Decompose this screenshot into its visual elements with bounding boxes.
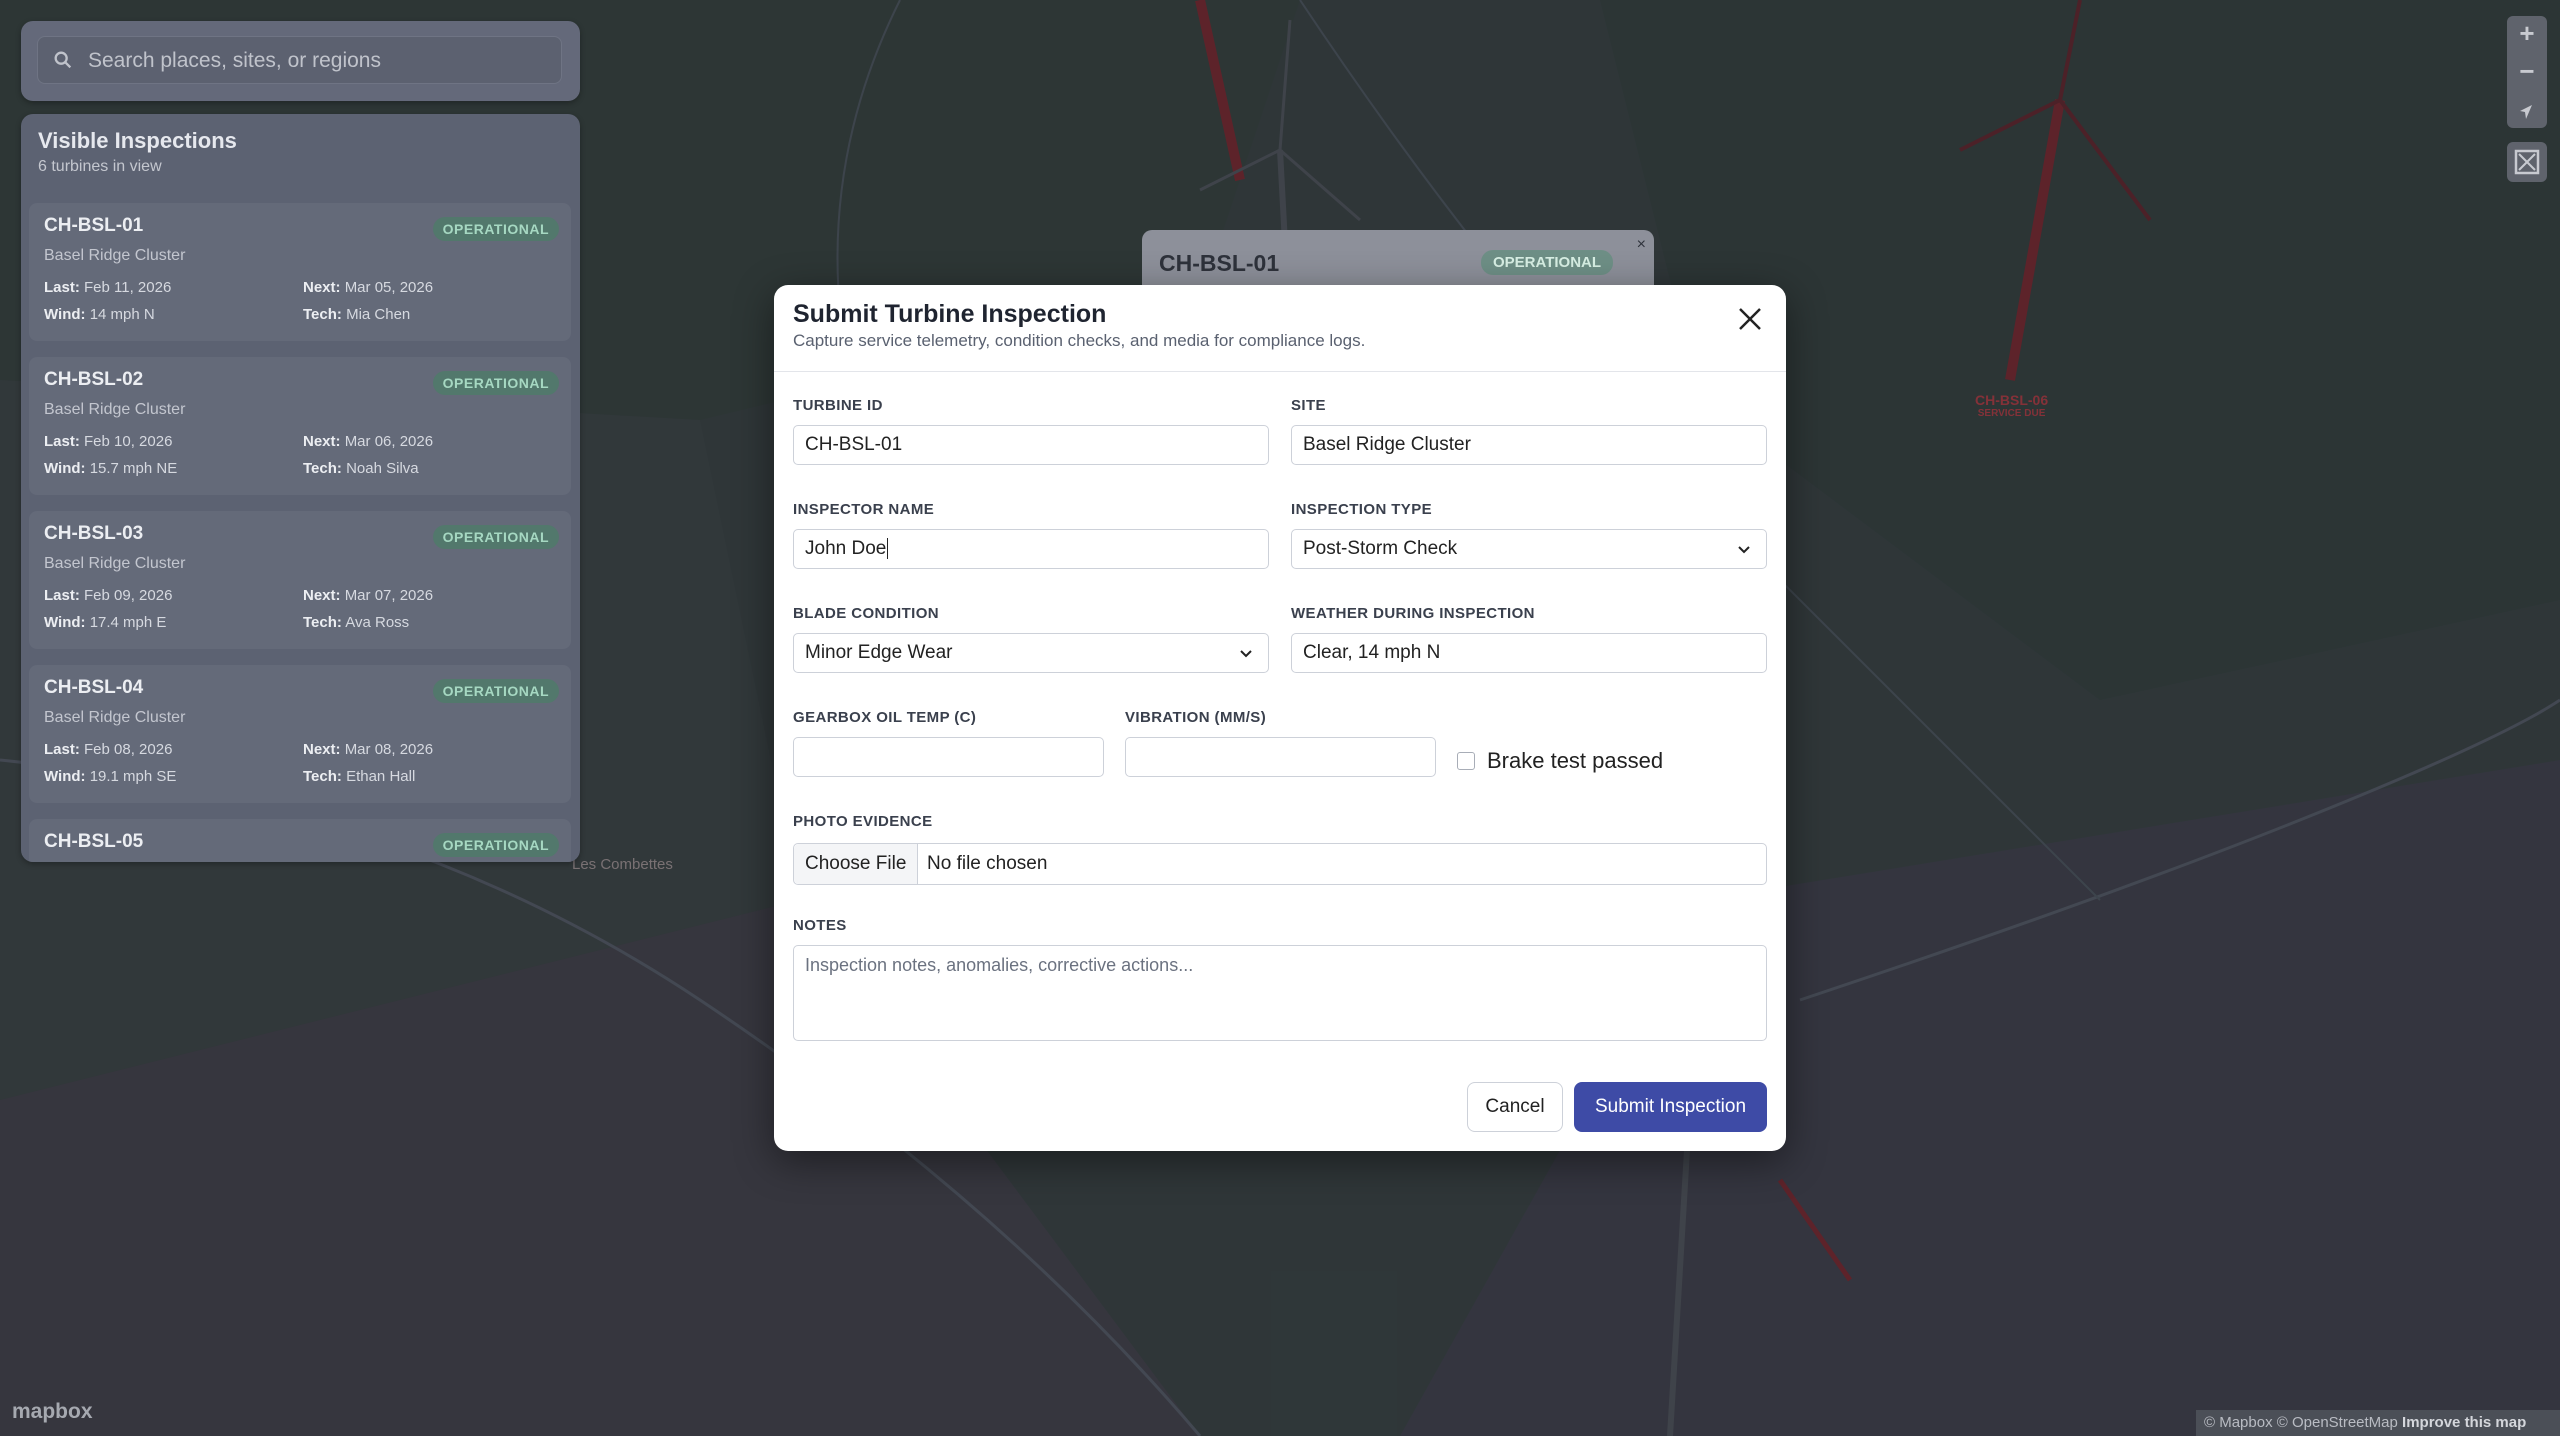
status-badge: OPERATIONAL [432, 217, 559, 241]
modal-subtitle: Capture service telemetry, condition che… [793, 331, 1366, 350]
fullscreen-icon [2514, 149, 2540, 175]
vibration-label: VIBRATION (MM/S) [1125, 709, 1267, 726]
popup-close-button[interactable]: × [1637, 236, 1646, 254]
inspection-type-value: Post-Storm Check [1303, 538, 1458, 559]
attribution-text: © Mapbox © OpenStreetMap [2204, 1414, 2398, 1431]
card-turbine-id: CH-BSL-01 [44, 215, 144, 236]
cancel-button[interactable]: Cancel [1467, 1082, 1563, 1132]
card-site: Basel Ridge Cluster [44, 555, 186, 572]
card-turbine-id: CH-BSL-05 [44, 831, 144, 852]
popup-turbine-id: CH-BSL-01 [1159, 250, 1280, 276]
search-panel: Search places, sites, or regions [21, 21, 580, 101]
card-next: Next: Mar 06, 2026 [303, 433, 434, 450]
text-caret [887, 538, 889, 560]
card-wind: Wind: 17.4 mph E [44, 614, 167, 631]
card-site: Basel Ridge Cluster [44, 247, 186, 264]
close-icon[interactable] [1736, 305, 1764, 333]
card-tech: Tech: Noah Silva [303, 460, 419, 477]
photo-evidence-label: PHOTO EVIDENCE [793, 813, 933, 830]
status-badge: OPERATIONAL [432, 525, 559, 549]
card-turbine-id: CH-BSL-03 [44, 523, 144, 544]
map-attribution: © Mapbox © OpenStreetMap Improve this ma… [2196, 1410, 2560, 1436]
weather-field[interactable]: Clear, 14 mph N [1291, 633, 1767, 673]
zoom-out-button[interactable]: − [2507, 56, 2547, 87]
brake-test-label[interactable]: Brake test passed [1487, 748, 1663, 774]
inspector-name-value: John Doe [805, 538, 887, 559]
chevron-down-icon [1240, 650, 1252, 658]
card-next: Next: Mar 08, 2026 [303, 741, 434, 758]
zoom-controls: + − [2507, 16, 2547, 128]
search-icon [54, 51, 72, 69]
sidebar-subtitle: 6 turbines in view [38, 158, 162, 175]
gearbox-temp-field[interactable] [793, 737, 1104, 777]
blade-condition-select[interactable]: Minor Edge Wear [793, 633, 1269, 673]
card-turbine-id: CH-BSL-04 [44, 677, 144, 698]
status-badge: OPERATIONAL [432, 833, 559, 857]
modal-divider [774, 371, 1786, 372]
inspection-card[interactable]: CH-BSL-01 OPERATIONAL Basel Ridge Cluste… [29, 203, 571, 341]
vibration-field[interactable] [1125, 737, 1436, 777]
turbine-id-field[interactable]: CH-BSL-01 [793, 425, 1269, 465]
inspection-card[interactable]: CH-BSL-03 OPERATIONAL Basel Ridge Cluste… [29, 511, 571, 649]
file-status: No file chosen [927, 853, 1048, 874]
blade-condition-label: BLADE CONDITION [793, 605, 939, 622]
card-last: Last: Feb 10, 2026 [44, 433, 173, 450]
brake-test-checkbox[interactable] [1457, 752, 1475, 770]
card-site: Basel Ridge Cluster [44, 401, 186, 418]
mapbox-logo[interactable]: mapbox [12, 1400, 93, 1424]
card-site: Basel Ridge Cluster [44, 709, 186, 726]
card-tech: Tech: Ava Ross [303, 614, 410, 631]
notes-textarea[interactable]: Inspection notes, anomalies, corrective … [793, 945, 1767, 1041]
card-wind: Wind: 19.1 mph SE [44, 768, 177, 785]
inspection-type-label: INSPECTION TYPE [1291, 501, 1433, 518]
turbine-id-label: TURBINE ID [793, 397, 883, 414]
card-next: Next: Mar 05, 2026 [303, 279, 434, 296]
inspection-type-select[interactable]: Post-Storm Check [1291, 529, 1767, 569]
popup-status-badge: OPERATIONAL [1481, 250, 1614, 275]
submit-inspection-button[interactable]: Submit Inspection [1574, 1082, 1767, 1132]
photo-file-input[interactable]: Choose File No file chosen [793, 843, 1767, 885]
card-last: Last: Feb 08, 2026 [44, 741, 173, 758]
card-wind: Wind: 14 mph N [44, 306, 155, 323]
choose-file-button[interactable]: Choose File [794, 844, 919, 884]
site-field[interactable]: Basel Ridge Cluster [1291, 425, 1767, 465]
compass-icon[interactable] [2517, 102, 2537, 122]
blade-condition-value: Minor Edge Wear [805, 642, 953, 663]
inspection-modal: Submit Turbine Inspection Capture servic… [774, 285, 1786, 1151]
chevron-down-icon [1738, 546, 1750, 554]
card-wind: Wind: 15.7 mph NE [44, 460, 178, 477]
zoom-in-button[interactable]: + [2507, 18, 2547, 49]
card-tech: Tech: Mia Chen [303, 306, 411, 323]
status-badge: OPERATIONAL [432, 679, 559, 703]
card-next: Next: Mar 07, 2026 [303, 587, 434, 604]
inspection-card[interactable]: CH-BSL-04 OPERATIONAL Basel Ridge Cluste… [29, 665, 571, 803]
card-tech: Tech: Ethan Hall [303, 768, 416, 785]
weather-label: WEATHER DURING INSPECTION [1291, 605, 1535, 622]
search-placeholder: Search places, sites, or regions [88, 49, 381, 72]
inspection-card[interactable]: CH-BSL-05 OPERATIONAL [29, 819, 571, 862]
card-last: Last: Feb 09, 2026 [44, 587, 173, 604]
card-turbine-id: CH-BSL-02 [44, 369, 144, 390]
inspector-name-field[interactable]: John Doe [793, 529, 1269, 569]
inspection-card[interactable]: CH-BSL-02 OPERATIONAL Basel Ridge Cluste… [29, 357, 571, 495]
search-input[interactable]: Search places, sites, or regions [37, 36, 562, 84]
notes-label: NOTES [793, 917, 847, 934]
improve-map-link[interactable]: Improve this map [2402, 1414, 2526, 1431]
sidebar-title: Visible Inspections [38, 128, 237, 153]
inspections-sidebar: Visible Inspections 6 turbines in view C… [21, 114, 580, 862]
gearbox-temp-label: GEARBOX OIL TEMP (C) [793, 709, 977, 726]
modal-title: Submit Turbine Inspection [793, 300, 1107, 328]
site-label: SITE [1291, 397, 1326, 414]
status-badge: OPERATIONAL [432, 371, 559, 395]
inspector-name-label: INSPECTOR NAME [793, 501, 935, 518]
fullscreen-button[interactable] [2507, 142, 2547, 182]
card-last: Last: Feb 11, 2026 [44, 279, 172, 296]
